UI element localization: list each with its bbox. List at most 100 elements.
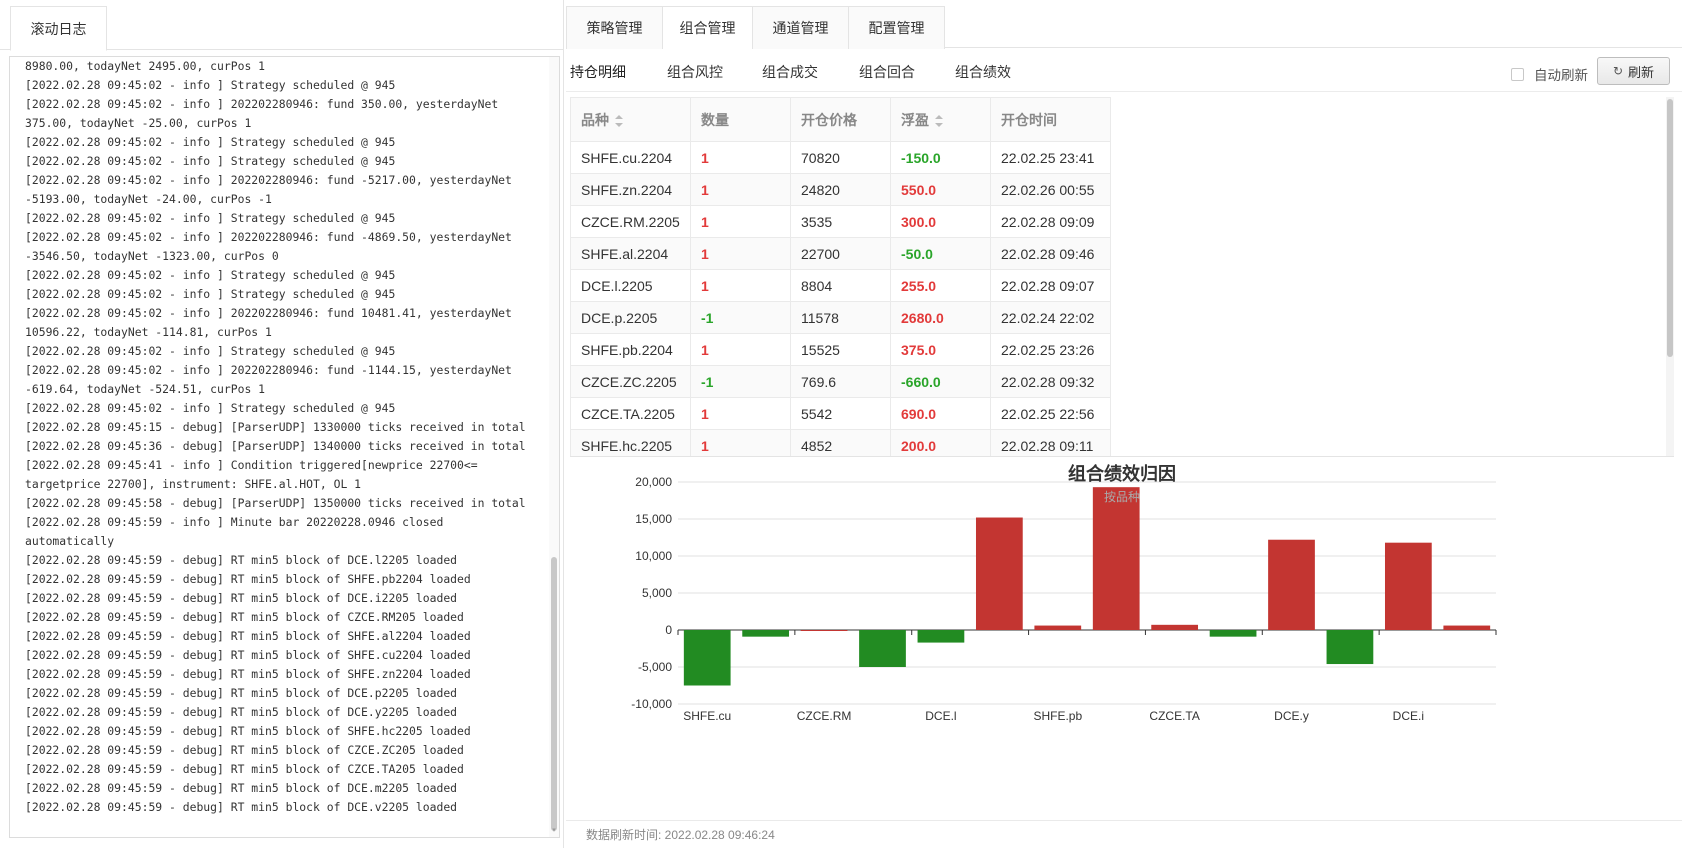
- x-tick-label: CZCE.TA: [1149, 709, 1199, 723]
- sub-tabbar: 持仓明细 组合风控 组合成交 组合回合 组合绩效 自动刷新 ↻ 刷新: [566, 54, 1682, 92]
- log-line: -619.64, todayNet -524.51, curPos 1: [25, 382, 266, 396]
- table-scrollbar[interactable]: [1666, 97, 1674, 456]
- subtab-performance[interactable]: 组合绩效: [955, 62, 1011, 82]
- y-tick-label: 5,000: [642, 586, 672, 600]
- refresh-button[interactable]: ↻ 刷新: [1597, 57, 1670, 85]
- cell-qty: 1: [690, 269, 791, 302]
- tab-strategy-management[interactable]: 策略管理: [566, 6, 663, 49]
- cell-qty: 1: [690, 173, 791, 206]
- scroll-down-arrow-icon[interactable]: ▾: [550, 827, 558, 835]
- cell-open-time: 22.02.26 00:55: [990, 173, 1111, 206]
- cell-open-price: 24820: [790, 173, 891, 206]
- chart-bar[interactable]: [800, 630, 848, 631]
- table-scrollbar-thumb[interactable]: [1667, 99, 1673, 357]
- col-header-symbol[interactable]: 品种: [570, 97, 691, 142]
- y-tick-label: -5,000: [638, 660, 672, 674]
- table-row[interactable]: DCE.p.2205 -1 11578 2680.0 22.02.24 22:02: [570, 301, 1111, 334]
- chart-bar[interactable]: [1151, 624, 1199, 630]
- cell-open-price: 70820: [790, 141, 891, 174]
- cell-qty: 1: [690, 205, 791, 238]
- chart-bar[interactable]: [1092, 487, 1140, 630]
- cell-pnl: 200.0: [890, 429, 991, 456]
- log-viewer[interactable]: 8980.00, todayNet 2495.00, curPos 1 [2022…: [9, 56, 560, 838]
- log-line: [2022.02.28 09:45:02 - info ] Strategy s…: [25, 344, 396, 358]
- log-line: [2022.02.28 09:45:59 - debug] RT min5 bl…: [25, 591, 458, 605]
- cell-symbol: DCE.l.2205: [570, 269, 691, 302]
- log-line: [2022.02.28 09:45:02 - info ] Strategy s…: [25, 78, 396, 92]
- cell-open-time: 22.02.28 09:09: [990, 205, 1111, 238]
- col-header-open-price: 开仓价格: [790, 97, 891, 142]
- table-row[interactable]: SHFE.cu.2204 1 70820 -150.0 22.02.25 23:41: [570, 141, 1111, 174]
- auto-refresh-checkbox[interactable]: [1511, 67, 1524, 81]
- log-scrollbar-thumb[interactable]: [551, 557, 557, 831]
- chart-bar[interactable]: [1268, 539, 1315, 630]
- auto-refresh-toggle[interactable]: 自动刷新: [1511, 64, 1588, 84]
- cell-open-price: 4852: [790, 429, 891, 456]
- tab-config-management[interactable]: 配置管理: [848, 6, 945, 49]
- log-line: [2022.02.28 09:45:58 - debug] [ParserUDP…: [25, 496, 526, 510]
- cell-open-time: 22.02.25 22:56: [990, 397, 1111, 430]
- chart-bar[interactable]: [1443, 625, 1491, 630]
- cell-open-price: 11578: [790, 301, 891, 334]
- tab-portfolio-management[interactable]: 组合管理: [662, 6, 753, 49]
- chart-bar[interactable]: [917, 630, 965, 643]
- table-header-row: 品种 数量 开仓价格 浮盈 开仓时间: [570, 97, 1111, 142]
- chart-bar[interactable]: [742, 630, 790, 637]
- log-line: -5193.00, todayNet -24.00, curPos -1: [25, 192, 272, 206]
- log-line: [2022.02.28 09:45:59 - debug] RT min5 bl…: [25, 686, 458, 700]
- chart-bar[interactable]: [1384, 542, 1432, 630]
- log-line: [2022.02.28 09:45:59 - debug] RT min5 bl…: [25, 572, 471, 586]
- log-line: [2022.02.28 09:45:02 - info ] Strategy s…: [25, 287, 396, 301]
- table-row[interactable]: SHFE.zn.2204 1 24820 550.0 22.02.26 00:55: [570, 173, 1111, 206]
- subtab-trades[interactable]: 组合成交: [762, 62, 818, 82]
- chart-bar[interactable]: [1326, 630, 1374, 665]
- col-header-pnl[interactable]: 浮盈: [890, 97, 991, 142]
- cell-pnl: 255.0: [890, 269, 991, 302]
- table-row[interactable]: CZCE.TA.2205 1 5542 690.0 22.02.25 22:56: [570, 397, 1111, 430]
- cell-qty: -1: [690, 365, 791, 398]
- log-line: [2022.02.28 09:45:02 - info ] Strategy s…: [25, 135, 396, 149]
- table-row[interactable]: SHFE.hc.2205 1 4852 200.0 22.02.28 09:11: [570, 429, 1111, 456]
- main-tabbar: 策略管理 组合管理 通道管理 配置管理: [566, 0, 1682, 49]
- sort-icon[interactable]: [615, 114, 623, 127]
- subtab-rounds[interactable]: 组合回合: [859, 62, 915, 82]
- log-line: [2022.02.28 09:45:02 - info ] Strategy s…: [25, 268, 396, 282]
- table-row[interactable]: CZCE.ZC.2205 -1 769.6 -660.0 22.02.28 09:32: [570, 365, 1111, 398]
- log-scrollbar[interactable]: ▾: [549, 57, 559, 837]
- log-line: [2022.02.28 09:45:59 - debug] RT min5 bl…: [25, 705, 458, 719]
- panel-divider[interactable]: [563, 0, 564, 848]
- table-row[interactable]: SHFE.pb.2204 1 15525 375.0 22.02.25 23:26: [570, 333, 1111, 366]
- log-panel: 滚动日志 8980.00, todayNet 2495.00, curPos 1…: [0, 0, 564, 848]
- cell-symbol: CZCE.TA.2205: [570, 397, 691, 430]
- col-header-qty: 数量: [690, 97, 791, 142]
- table-row[interactable]: DCE.l.2205 1 8804 255.0 22.02.28 09:07: [570, 269, 1111, 302]
- x-tick-label: SHFE.cu: [683, 709, 731, 723]
- table-row[interactable]: SHFE.al.2204 1 22700 -50.0 22.02.28 09:46: [570, 237, 1111, 270]
- cell-qty: 1: [690, 237, 791, 270]
- chart-bar[interactable]: [1209, 630, 1257, 637]
- tab-rolling-log[interactable]: 滚动日志: [10, 6, 107, 51]
- log-line: [2022.02.28 09:45:59 - debug] RT min5 bl…: [25, 724, 471, 738]
- cell-pnl: -660.0: [890, 365, 991, 398]
- cell-symbol: SHFE.cu.2204: [570, 141, 691, 174]
- tab-channel-management[interactable]: 通道管理: [752, 6, 849, 49]
- y-tick-label: 0: [665, 623, 672, 637]
- log-line: [2022.02.28 09:45:59 - debug] RT min5 bl…: [25, 762, 464, 776]
- chart-bar[interactable]: [683, 630, 731, 686]
- chart-bar[interactable]: [975, 517, 1023, 630]
- sort-icon[interactable]: [935, 114, 943, 127]
- x-tick-label: DCE.i: [1393, 709, 1424, 723]
- log-line: [2022.02.28 09:45:41 - info ] Condition …: [25, 458, 478, 472]
- log-line: [2022.02.28 09:45:59 - debug] RT min5 bl…: [25, 610, 464, 624]
- chart-bar[interactable]: [859, 630, 906, 667]
- log-line: [2022.02.28 09:45:02 - info ] Strategy s…: [25, 401, 396, 415]
- chart-bar[interactable]: [1034, 625, 1082, 630]
- footer-divider: [566, 820, 1682, 821]
- x-tick-label: DCE.l: [925, 709, 956, 723]
- cell-open-price: 8804: [790, 269, 891, 302]
- subtab-positions[interactable]: 持仓明细: [570, 62, 626, 82]
- log-line: 375.00, todayNet -25.00, curPos 1: [25, 116, 252, 130]
- table-row[interactable]: CZCE.RM.2205 1 3535 300.0 22.02.28 09:09: [570, 205, 1111, 238]
- subtab-risk[interactable]: 组合风控: [667, 62, 723, 82]
- cell-symbol: CZCE.ZC.2205: [570, 365, 691, 398]
